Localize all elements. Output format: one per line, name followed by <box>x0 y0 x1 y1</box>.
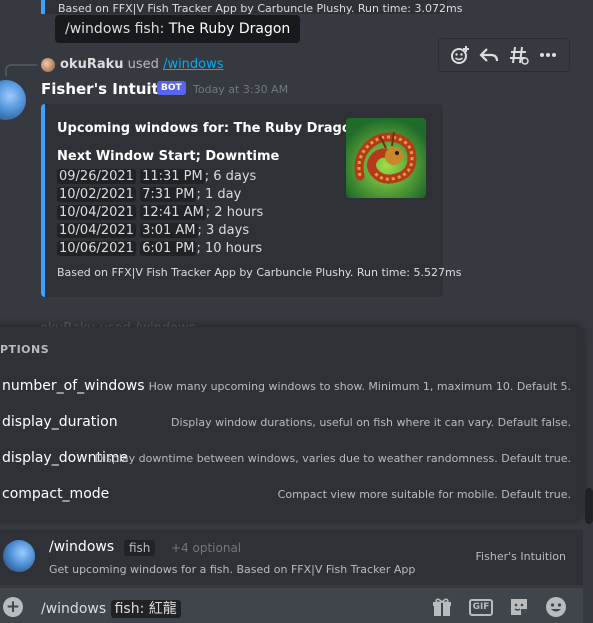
add-reaction-icon[interactable] <box>449 44 471 66</box>
option-display-duration[interactable]: display_duration <box>2 414 118 430</box>
input-param-value: 紅龍 <box>148 601 177 617</box>
command-bot-name: Fisher's Intuition <box>475 550 566 563</box>
command-bot-avatar <box>3 540 35 572</box>
fish-thumbnail[interactable] <box>346 118 426 198</box>
options-header: PTIONS <box>0 343 50 356</box>
window-time: 12:41 AM <box>140 205 206 220</box>
window-row: 09/26/2021 11:31 PM; 6 days <box>57 168 263 186</box>
tooltip-param: fish: <box>134 21 165 37</box>
command-param-chip: fish <box>124 540 156 556</box>
input-param-chip[interactable]: fish: 紅龍 <box>110 600 181 618</box>
command-name: /windows <box>49 539 115 555</box>
window-downtime: ; 6 days <box>204 169 257 184</box>
sticker-icon[interactable] <box>508 596 530 618</box>
window-date: 10/04/2021 <box>57 223 136 238</box>
window-date: 10/04/2021 <box>57 205 136 220</box>
reply-icon[interactable] <box>478 44 500 66</box>
window-time: 6:01 PM <box>140 241 197 256</box>
reply-context: okuRaku used /windows <box>60 57 224 72</box>
add-attachment-icon[interactable]: + <box>3 597 23 617</box>
tooltip-value: The Ruby Dragon <box>168 21 291 37</box>
tooltip-command: /windows <box>65 21 131 37</box>
message-timestamp: Today at 3:30 AM <box>193 83 289 96</box>
embed-title: Upcoming windows for: The Ruby Dragon <box>57 121 361 136</box>
reply-username[interactable]: okuRaku <box>60 57 124 72</box>
reply-command-link[interactable]: /windows <box>163 57 223 72</box>
embed-field-name: Next Window Start; Downtime <box>57 149 280 164</box>
window-downtime: ; 3 days <box>197 223 250 238</box>
emoji-icon[interactable] <box>545 596 567 618</box>
window-time: 3:01 AM <box>140 223 198 238</box>
reply-connector <box>5 64 37 76</box>
window-downtime: ; 10 hours <box>196 241 263 256</box>
message-actions-bar <box>438 38 570 72</box>
option-description: Display downtime between windows, varies… <box>94 452 571 465</box>
create-thread-icon[interactable] <box>508 44 530 66</box>
reply-avatar[interactable] <box>41 58 55 72</box>
command-description: Get upcoming windows for a fish. Based o… <box>49 563 416 576</box>
window-date: 10/06/2021 <box>57 241 136 256</box>
bot-avatar[interactable] <box>0 80 26 120</box>
previous-embed-footer: Based on FFX|V Fish Tracker App by Carbu… <box>58 2 463 15</box>
window-date: 09/26/2021 <box>57 169 136 184</box>
window-row: 10/02/2021 7:31 PM; 1 day <box>57 186 263 204</box>
reply-verb: used <box>127 57 159 72</box>
option-description: How many upcoming windows to show. Minim… <box>148 380 571 393</box>
window-date: 10/02/2021 <box>57 187 136 202</box>
window-time: 7:31 PM <box>140 187 197 202</box>
window-row: 10/04/2021 12:41 AM; 2 hours <box>57 204 263 222</box>
input-param-label: fish: <box>114 601 145 617</box>
option-description: Display window durations, useful on fish… <box>171 416 571 429</box>
embed-footer: Based on FFX|V Fish Tracker App by Carbu… <box>57 266 462 279</box>
option-compact-mode[interactable]: compact_mode <box>2 486 109 502</box>
options-scrollbar[interactable] <box>585 488 593 524</box>
command-tooltip: /windows fish: The Ruby Dragon <box>55 15 301 43</box>
gift-icon[interactable] <box>431 596 453 618</box>
message-input[interactable]: /windows fish: 紅龍 <box>41 598 181 618</box>
option-description: Compact view more suitable for mobile. D… <box>277 488 571 501</box>
bot-badge: BOT <box>157 81 186 95</box>
window-row: 10/04/2021 3:01 AM; 3 days <box>57 222 263 240</box>
command-optional-count: +4 optional <box>171 541 242 555</box>
window-row: 10/06/2021 6:01 PM; 10 hours <box>57 240 263 258</box>
window-downtime: ; 2 hours <box>205 205 264 220</box>
gif-icon[interactable]: GIF <box>468 596 494 618</box>
more-icon[interactable] <box>537 44 559 66</box>
option-number-of-windows[interactable]: number_of_windows <box>2 378 145 394</box>
input-command: /windows <box>41 601 107 617</box>
embed-window-list: 09/26/2021 11:31 PM; 6 days 10/02/2021 7… <box>57 168 263 258</box>
window-downtime: ; 1 day <box>196 187 242 202</box>
window-time: 11:31 PM <box>140 169 205 184</box>
